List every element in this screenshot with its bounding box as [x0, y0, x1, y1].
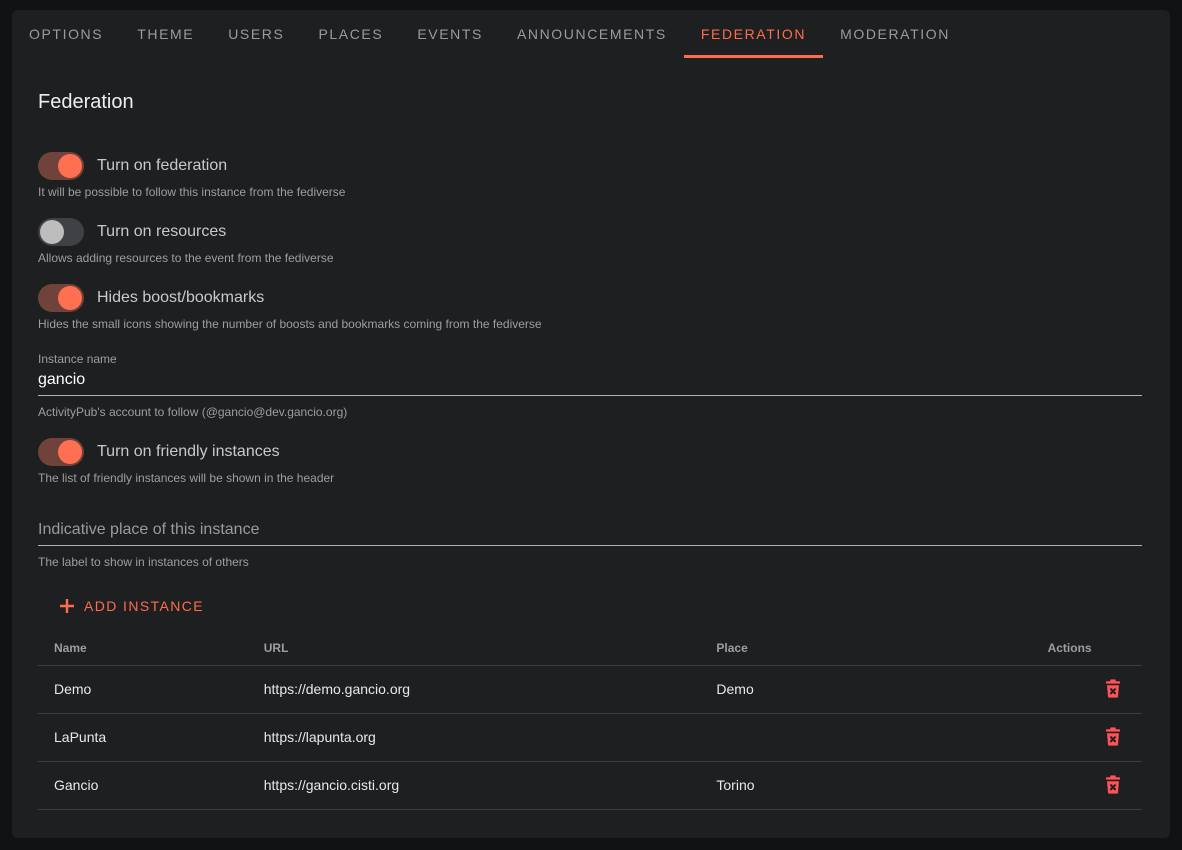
resources-toggle[interactable]: [38, 218, 84, 246]
instance-place-cell: Demo: [700, 665, 1031, 713]
tab-announcements[interactable]: ANNOUNCEMENTS: [500, 10, 684, 58]
instance-name-field: Instance name ActivityPub's account to f…: [38, 353, 1142, 418]
instance-place-cell: [700, 713, 1031, 761]
toggle-thumb: [58, 154, 82, 178]
column-header-actions: Actions: [1032, 632, 1142, 665]
trash-delete-icon: [1102, 773, 1124, 795]
admin-panel-card: OPTIONS THEME USERS PLACES EVENTS ANNOUN…: [12, 10, 1170, 838]
trash-delete-icon: [1102, 677, 1124, 699]
federation-toggle-row: Turn on federation: [38, 152, 1142, 180]
instance-place-field: The label to show in instances of others: [38, 521, 1142, 568]
plus-icon: [58, 597, 76, 615]
table-row: LaPunta https://lapunta.org: [38, 713, 1142, 761]
tab-federation[interactable]: FEDERATION: [684, 10, 823, 58]
tab-places[interactable]: PLACES: [301, 10, 400, 58]
tab-users[interactable]: USERS: [211, 10, 301, 58]
delete-instance-button[interactable]: [1100, 723, 1126, 752]
instance-name-cell: LaPunta: [38, 713, 248, 761]
friendly-instances-toggle[interactable]: [38, 438, 84, 466]
federation-toggle-hint: It will be possible to follow this insta…: [38, 186, 1142, 198]
tab-options[interactable]: OPTIONS: [12, 10, 120, 58]
column-header-place: Place: [700, 632, 1031, 665]
instance-place-hint: The label to show in instances of others: [38, 556, 1142, 568]
federation-toggle-label: Turn on federation: [97, 158, 227, 174]
resources-toggle-label: Turn on resources: [97, 224, 226, 240]
table-header-row: Name URL Place Actions: [38, 632, 1142, 665]
add-instance-button[interactable]: ADD INSTANCE: [46, 588, 216, 624]
column-header-url: URL: [248, 632, 701, 665]
instance-name-label: Instance name: [38, 353, 1142, 365]
instance-url-cell: https://demo.gancio.org: [248, 665, 701, 713]
resources-toggle-row: Turn on resources: [38, 218, 1142, 246]
toggle-thumb: [40, 220, 64, 244]
hide-boosts-toggle-label: Hides boost/bookmarks: [97, 290, 264, 306]
instance-name-input[interactable]: [38, 371, 1142, 396]
instance-url-cell: https://gancio.cisti.org: [248, 761, 701, 809]
hide-boosts-toggle-hint: Hides the small icons showing the number…: [38, 318, 1142, 330]
instance-place-cell: Torino: [700, 761, 1031, 809]
toggle-thumb: [58, 440, 82, 464]
friendly-instances-table: Name URL Place Actions Demo https://demo…: [38, 632, 1142, 810]
trash-delete-icon: [1102, 725, 1124, 747]
toggle-thumb: [58, 286, 82, 310]
friendly-instances-toggle-hint: The list of friendly instances will be s…: [38, 472, 1142, 484]
hide-boosts-toggle-row: Hides boost/bookmarks: [38, 284, 1142, 312]
instance-actions-cell: [1032, 713, 1142, 761]
instance-place-input[interactable]: [38, 521, 1142, 546]
admin-tab-bar: OPTIONS THEME USERS PLACES EVENTS ANNOUN…: [12, 10, 1170, 58]
instance-actions-cell: [1032, 665, 1142, 713]
instance-name-cell: Demo: [38, 665, 248, 713]
resources-toggle-hint: Allows adding resources to the event fro…: [38, 252, 1142, 264]
federation-settings-panel: Federation Turn on federation It will be…: [12, 92, 1170, 810]
tab-moderation[interactable]: MODERATION: [823, 10, 967, 58]
table-row: Demo https://demo.gancio.org Demo: [38, 665, 1142, 713]
instance-name-hint: ActivityPub's account to follow (@gancio…: [38, 406, 1142, 418]
friendly-instances-toggle-row: Turn on friendly instances: [38, 438, 1142, 466]
tab-events[interactable]: EVENTS: [400, 10, 500, 58]
hide-boosts-toggle[interactable]: [38, 284, 84, 312]
instance-actions-cell: [1032, 761, 1142, 809]
instance-name-cell: Gancio: [38, 761, 248, 809]
table-row: Gancio https://gancio.cisti.org Torino: [38, 761, 1142, 809]
page-title: Federation: [38, 92, 1142, 112]
instance-url-cell: https://lapunta.org: [248, 713, 701, 761]
column-header-name: Name: [38, 632, 248, 665]
friendly-instances-toggle-label: Turn on friendly instances: [97, 444, 280, 460]
add-instance-button-label: ADD INSTANCE: [84, 598, 204, 614]
tab-theme[interactable]: THEME: [120, 10, 211, 58]
delete-instance-button[interactable]: [1100, 675, 1126, 704]
federation-toggle[interactable]: [38, 152, 84, 180]
delete-instance-button[interactable]: [1100, 771, 1126, 800]
